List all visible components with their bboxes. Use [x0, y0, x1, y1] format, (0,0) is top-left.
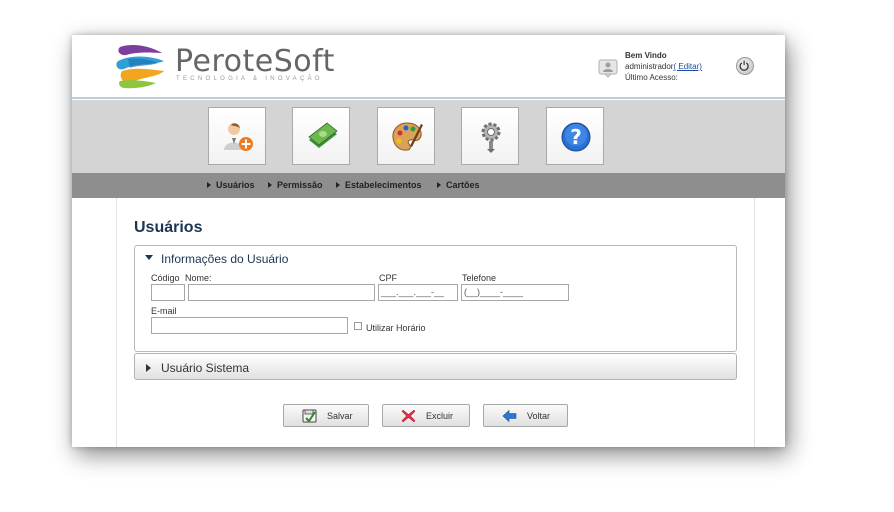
arrow-right-icon — [336, 182, 340, 188]
back-button-label: Voltar — [527, 411, 551, 421]
arrow-right-icon — [437, 182, 441, 188]
delete-button[interactable]: Excluir — [382, 404, 470, 427]
appearance-tool-button[interactable] — [377, 107, 435, 165]
system-user-panel-title: Usuário Sistema — [161, 361, 250, 375]
content-area: Usuários Informações do Usuário Código N… — [116, 198, 755, 447]
user-profile-icon — [598, 59, 618, 78]
nome-field[interactable] — [188, 284, 375, 301]
welcome-label: Bem Vindo — [625, 51, 667, 60]
nav-item-usuarios[interactable]: Usuários — [207, 180, 255, 190]
arrow-right-icon — [268, 182, 272, 188]
settings-tool-button[interactable] — [461, 107, 519, 165]
header: PeroteSoft TECNOLOGIA & INOVAÇÃO Bem Vin… — [72, 35, 785, 99]
nav-item-estabelecimentos[interactable]: Estabelecimentos — [336, 180, 422, 190]
nav-item-permissao[interactable]: Permissão — [268, 180, 323, 190]
save-icon — [302, 409, 317, 423]
user-info-panel-header[interactable]: Informações do Usuário — [135, 246, 736, 270]
chevron-down-icon — [145, 255, 153, 260]
brand-tagline: TECNOLOGIA & INOVAÇÃO — [176, 76, 323, 82]
power-icon — [739, 60, 749, 71]
help-icon: ? — [561, 122, 591, 152]
last-access-label: Último Acesso: — [625, 73, 678, 82]
cpf-field[interactable]: ___.___.___-__ — [378, 284, 458, 301]
utilizar-horario-label: Utilizar Horário — [366, 323, 426, 333]
cpf-label: CPF — [379, 273, 397, 283]
save-button-label: Salvar — [327, 411, 353, 421]
system-user-panel[interactable]: Usuário Sistema — [134, 353, 737, 380]
username: administrador — [625, 62, 674, 71]
brand-name: PeroteSoft — [175, 44, 335, 79]
perotesoft-logo-icon — [116, 45, 164, 89]
email-label: E-mail — [151, 306, 177, 316]
help-tool-button[interactable]: ? — [546, 107, 604, 165]
email-field[interactable] — [151, 317, 348, 334]
palette-icon — [392, 122, 423, 151]
delete-icon — [401, 409, 416, 423]
codigo-field[interactable] — [151, 284, 185, 301]
back-button[interactable]: Voltar — [483, 404, 568, 427]
add-user-icon — [224, 123, 253, 151]
svg-text:?: ? — [570, 125, 582, 149]
finance-tool-button[interactable] — [292, 107, 350, 165]
users-tool-button[interactable] — [208, 107, 266, 165]
app-window: PeroteSoft TECNOLOGIA & INOVAÇÃO Bem Vin… — [72, 35, 785, 447]
money-icon — [308, 122, 338, 148]
nav-item-cartoes[interactable]: Cartões — [437, 180, 480, 190]
logout-button[interactable] — [736, 57, 754, 75]
utilizar-horario-checkbox[interactable] — [354, 322, 362, 330]
chevron-right-icon — [146, 364, 151, 372]
user-info-panel-title: Informações do Usuário — [161, 252, 289, 266]
main-toolbar: ? — [72, 100, 785, 173]
page-title: Usuários — [134, 219, 203, 236]
nome-label: Nome: — [185, 273, 212, 283]
user-info-panel: Informações do Usuário Código Nome: CPF … — [134, 245, 737, 352]
save-button[interactable]: Salvar — [283, 404, 369, 427]
arrow-left-icon — [502, 409, 517, 423]
welcome-panel: Bem Vindo administrador( Editar) Último … — [625, 50, 702, 83]
telefone-field[interactable]: (__)____-____ — [461, 284, 569, 301]
codigo-label: Código — [151, 273, 180, 283]
telefone-label: Telefone — [462, 273, 497, 283]
arrow-right-icon — [207, 182, 211, 188]
gear-icon — [481, 122, 501, 153]
section-nav: Usuários Permissão Estabelecimentos Cart… — [72, 173, 785, 198]
edit-profile-link[interactable]: ( Editar) — [673, 62, 701, 71]
delete-button-label: Excluir — [426, 411, 454, 421]
